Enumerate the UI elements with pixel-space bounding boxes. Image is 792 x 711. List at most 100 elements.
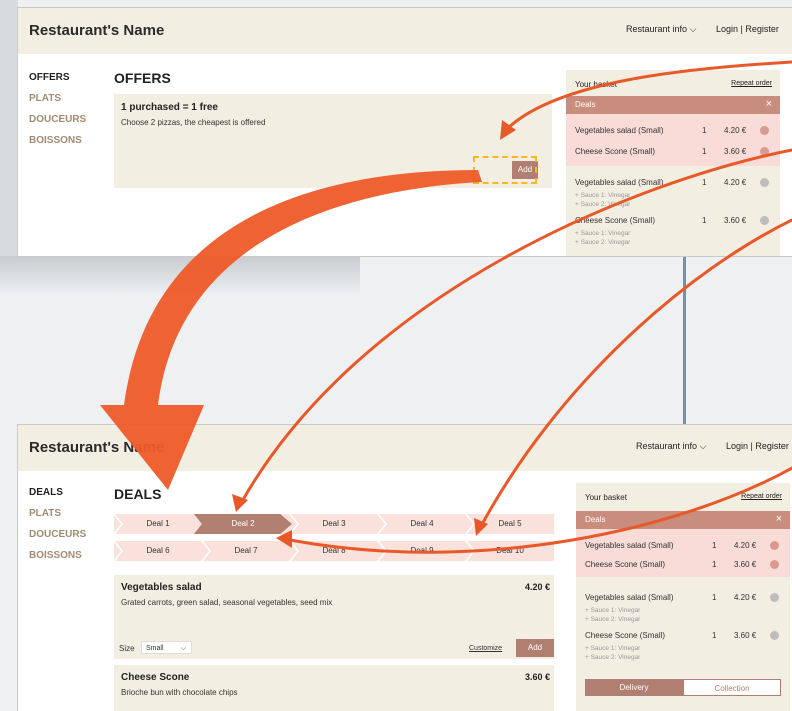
minus-circle-icon[interactable] (770, 593, 779, 602)
basket-title: Your basket (575, 80, 617, 89)
item-name: Vegetables salad (Small) (575, 178, 664, 187)
product-name: Vegetables salad (121, 582, 202, 593)
sidebar-nav: DEALS PLATS DOUCEURS BOISSONS (29, 487, 86, 571)
background-strip (0, 0, 18, 260)
item-option: + Sauce 2: Vinegar (585, 654, 641, 661)
size-select[interactable]: Small ⌵ (141, 641, 192, 654)
item-name: Cheese Scone (Small) (575, 216, 656, 225)
add-button[interactable]: Add (516, 639, 554, 657)
item-qty: 1 (702, 147, 707, 156)
login-register-link[interactable]: Login | Register (716, 24, 779, 34)
offers-screen: Restaurant's Name Restaurant info ⌵ Logi… (18, 8, 792, 256)
product-name: Cheese Scone (121, 672, 190, 683)
tab-separators (114, 514, 475, 561)
offer-description: Choose 2 pizzas, the cheapest is offered (121, 118, 266, 127)
product-price: 4.20 € (524, 582, 550, 592)
item-price: 3.60 € (734, 631, 757, 640)
sidebar-item-plats[interactable]: PLATS (29, 508, 86, 529)
item-price: 3.60 € (724, 147, 747, 156)
deals-label: Deals (575, 100, 596, 109)
sidebar-item-douceurs[interactable]: DOUCEURS (29, 529, 86, 550)
sidebar-item-plats[interactable]: PLATS (29, 93, 86, 114)
item-qty: 1 (712, 560, 717, 569)
item-name: Vegetables salad (Small) (585, 541, 674, 550)
minus-circle-icon[interactable] (760, 216, 769, 225)
restaurant-info-label: Restaurant info (636, 441, 698, 451)
size-value: Small (146, 645, 164, 652)
item-name: Cheese Scone (Small) (585, 560, 666, 569)
sidebar-item-deals[interactable]: DEALS (29, 487, 86, 508)
item-option: + Sauce 1: Vinegar (575, 192, 631, 199)
item-price: 3.60 € (724, 216, 747, 225)
sidebar-item-offers[interactable]: OFFERS (29, 72, 86, 93)
deals-screen: Restaurant's Name Restaurant info ⌵ Logi… (18, 425, 792, 711)
sidebar-item-boissons[interactable]: BOISSONS (29, 135, 86, 156)
minus-circle-icon[interactable] (770, 631, 779, 640)
product-card: Cheese Scone 3.60 € Brioche bun with cho… (114, 665, 554, 711)
minus-circle-icon[interactable] (760, 147, 769, 156)
product-description: Grated carrots, green salad, seasonal ve… (121, 598, 333, 607)
header: Restaurant's Name Restaurant info ⌵ Logi… (18, 8, 792, 54)
basket-panel: Your basket Repeat order Deals × Vegetab… (566, 70, 780, 256)
item-option: + Sauce 2: Vinegar (575, 201, 631, 208)
restaurant-info-menu[interactable]: Restaurant info ⌵ (626, 24, 696, 35)
close-icon[interactable]: × (766, 98, 772, 110)
chevron-down-icon: ⌵ (699, 441, 707, 451)
header: Restaurant's Name Restaurant info ⌵ Logi… (18, 425, 792, 471)
page-title: OFFERS (114, 70, 171, 86)
restaurant-logo[interactable]: Restaurant's Name (29, 439, 164, 456)
basket-title: Your basket (585, 493, 627, 502)
item-option: + Sauce 2: Vinegar (575, 239, 631, 246)
minus-circle-icon[interactable] (760, 126, 769, 135)
sidebar-item-boissons[interactable]: BOISSONS (29, 550, 86, 571)
close-icon[interactable]: × (776, 513, 782, 525)
product-card: Vegetables salad 4.20 € Grated carrots, … (114, 575, 554, 659)
delivery-toggle[interactable]: Delivery (585, 679, 683, 696)
item-price: 4.20 € (734, 593, 757, 602)
item-option: + Sauce 1: Vinegar (585, 645, 641, 652)
deals-bar: Deals × (566, 96, 780, 114)
page-title: DEALS (114, 486, 162, 502)
item-price: 3.60 € (734, 560, 757, 569)
item-qty: 1 (702, 126, 707, 135)
item-name: Vegetables salad (Small) (585, 593, 674, 602)
item-qty: 1 (712, 541, 717, 550)
sidebar-item-douceurs[interactable]: DOUCEURS (29, 114, 86, 135)
item-price: 4.20 € (734, 541, 757, 550)
repeat-order-link[interactable]: Repeat order (741, 493, 782, 500)
item-qty: 1 (702, 216, 707, 225)
chevron-down-icon: ⌵ (180, 645, 186, 652)
item-qty: 1 (702, 178, 707, 187)
divider-line (683, 256, 686, 426)
item-name: Vegetables salad (Small) (575, 126, 664, 135)
product-description: Brioche bun with chocolate chips (121, 688, 238, 697)
product-price: 3.60 € (524, 672, 550, 682)
item-option: + Sauce 1: Vinegar (585, 607, 641, 614)
deals-bar: Deals × (576, 511, 790, 529)
item-price: 4.20 € (724, 178, 747, 187)
minus-circle-icon[interactable] (760, 178, 769, 187)
item-qty: 1 (712, 593, 717, 602)
deals-label: Deals (585, 515, 606, 524)
size-label: Size (119, 644, 135, 653)
repeat-order-link[interactable]: Repeat order (731, 80, 772, 87)
minus-circle-icon[interactable] (770, 560, 779, 569)
offer-title: 1 purchased = 1 free (121, 102, 218, 113)
item-option: + Sauce 2: Vinegar (585, 616, 641, 623)
collection-toggle[interactable]: Collection (683, 679, 781, 696)
sidebar-nav: OFFERS PLATS DOUCEURS BOISSONS (29, 72, 86, 156)
item-name: Cheese Scone (Small) (585, 631, 666, 640)
login-register-link[interactable]: Login | Register (726, 441, 789, 451)
item-price: 4.20 € (724, 126, 747, 135)
item-name: Cheese Scone (Small) (575, 147, 656, 156)
deal-items-bg (576, 529, 790, 577)
basket-panel: Your basket Repeat order Deals × Vegetab… (576, 483, 790, 711)
chevron-down-icon: ⌵ (689, 24, 697, 34)
highlight-box (473, 156, 537, 184)
restaurant-logo[interactable]: Restaurant's Name (29, 22, 164, 39)
customize-link[interactable]: Customize (469, 645, 502, 652)
minus-circle-icon[interactable] (770, 541, 779, 550)
deal-items-bg (566, 114, 780, 166)
restaurant-info-label: Restaurant info (626, 24, 688, 34)
restaurant-info-menu[interactable]: Restaurant info ⌵ (636, 441, 706, 452)
